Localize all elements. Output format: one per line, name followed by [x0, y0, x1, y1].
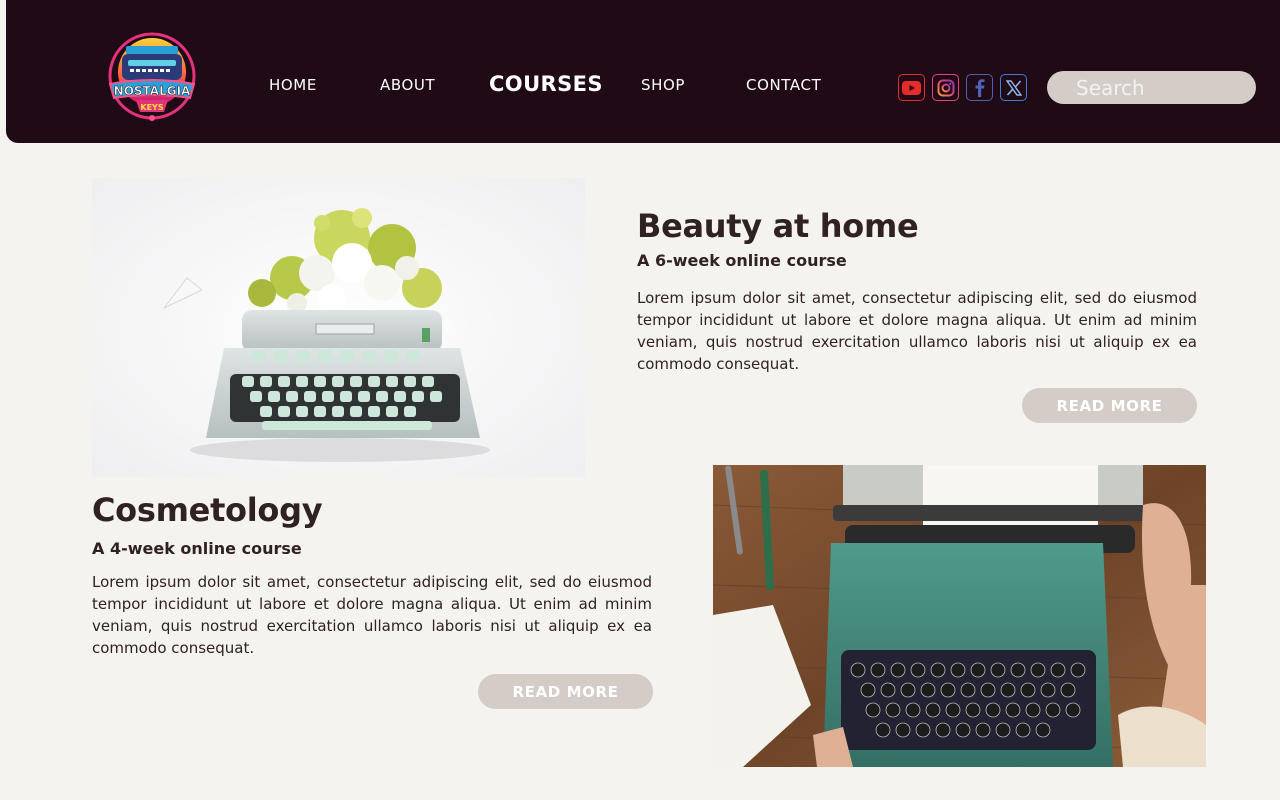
nav-courses[interactable]: COURSES	[489, 72, 603, 96]
nav-about[interactable]: ABOUT	[380, 76, 435, 94]
logo-line1: NOSTALGIA	[114, 84, 191, 98]
search-input[interactable]	[1047, 71, 1256, 104]
facebook-icon[interactable]	[966, 74, 993, 101]
course-description: Lorem ipsum dolor sit amet, consectetur …	[92, 573, 652, 657]
course-description: Lorem ipsum dolor sit amet, consectetur …	[637, 289, 1197, 373]
nav-shop[interactable]: SHOP	[641, 76, 685, 94]
course-title: Cosmetology	[92, 491, 323, 529]
nav-contact[interactable]: CONTACT	[746, 76, 821, 94]
read-more-button[interactable]: READ MORE	[478, 674, 653, 709]
course-subtitle: A 4-week online course	[92, 539, 302, 558]
nav-home[interactable]: HOME	[269, 76, 317, 94]
course-title: Beauty at home	[637, 207, 919, 245]
x-icon[interactable]	[1000, 74, 1027, 101]
youtube-icon[interactable]	[898, 74, 925, 101]
instagram-icon[interactable]	[932, 74, 959, 101]
course-subtitle: A 6-week online course	[637, 251, 847, 270]
white-typewriter-with-flowers-photo	[92, 178, 585, 477]
read-more-button[interactable]: READ MORE	[1022, 388, 1197, 423]
logo-line2: KEYS	[140, 103, 163, 112]
nostalgia-keys-logo[interactable]: NOSTALGIA KEYS	[102, 32, 204, 128]
site-header: NOSTALGIA KEYS HOME ABOUT COURSES SHOP C…	[6, 0, 1280, 143]
green-typewriter-on-desk-photo	[713, 465, 1206, 767]
